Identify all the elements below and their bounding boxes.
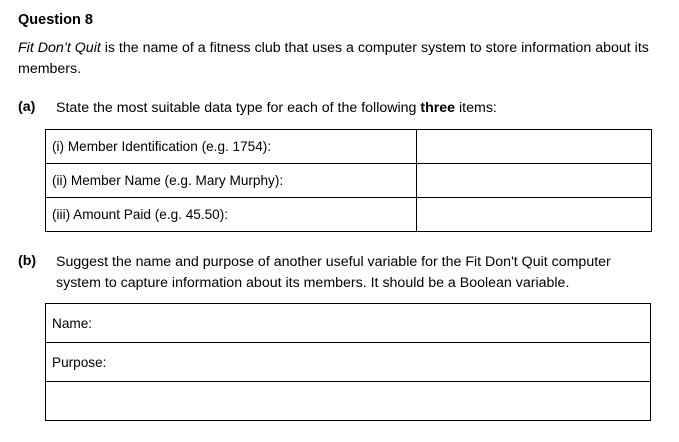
part-b-instruction: Suggest the name and purpose of another …	[56, 254, 611, 291]
table-row: (iii) Amount Paid (e.g. 45.50):	[45, 197, 652, 232]
table-row: (i) Member Identification (e.g. 1754):	[45, 129, 652, 164]
question-title: Question 8	[18, 12, 93, 28]
purpose-continuation-cell[interactable]	[45, 381, 651, 421]
row-label-amount-paid: (iii) Amount Paid (e.g. 45.50):	[45, 197, 417, 232]
question-intro: Fit Don’t Quit is the name of a fitness …	[18, 38, 668, 80]
club-name: Fit Don’t Quit	[18, 40, 101, 56]
table-row: Name:	[45, 303, 651, 343]
part-b-label: (b)	[18, 253, 37, 269]
table-row: (ii) Member Name (e.g. Mary Murphy):	[45, 163, 652, 198]
row-label-member-name: (ii) Member Name (e.g. Mary Murphy):	[45, 163, 417, 198]
part-a-label: (a)	[18, 99, 36, 115]
variable-table: Name: Purpose:	[45, 303, 651, 421]
answer-cell-amount-paid[interactable]	[416, 197, 652, 232]
table-row	[45, 381, 651, 421]
part-a-instruction: State the most suitable data type for ea…	[56, 98, 666, 119]
part-a-text-before: State the most suitable data type for ea…	[56, 100, 421, 116]
row-label-member-id: (i) Member Identification (e.g. 1754):	[45, 129, 417, 164]
table-row: Purpose:	[45, 342, 651, 382]
part-a-text-after: items:	[455, 100, 497, 116]
answer-cell-member-name[interactable]	[416, 163, 652, 198]
part-a-text-bold: three	[420, 100, 456, 116]
name-answer-cell[interactable]: Name:	[45, 303, 651, 343]
answer-cell-member-id[interactable]	[416, 129, 652, 164]
purpose-answer-cell[interactable]: Purpose:	[45, 342, 651, 382]
intro-text: is the name of a fitness club that uses …	[18, 40, 649, 77]
data-type-table: (i) Member Identification (e.g. 1754): (…	[45, 129, 652, 232]
